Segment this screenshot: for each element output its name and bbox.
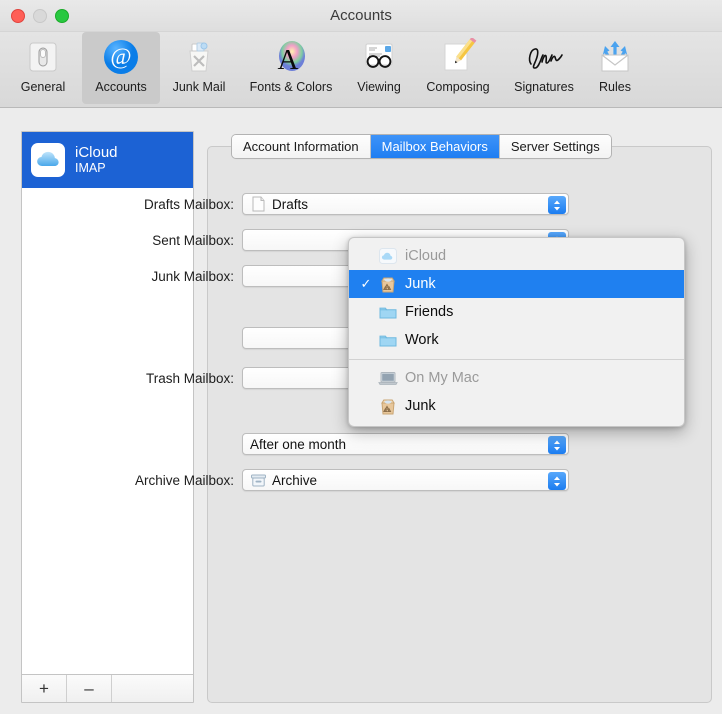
sent-mailbox-label: Sent Mailbox: [152,232,234,248]
icloud-cloud-icon [377,247,399,265]
row-erase-trash-frequency: After one month [60,433,569,455]
title-bar: Accounts [0,0,722,32]
toolbar-item-label: General [20,80,66,94]
erase-trash-stepper[interactable] [548,436,566,454]
viewing-glasses-icon [358,36,400,78]
svg-text:A: A [278,44,299,76]
settings-tabbar: Account Information Mailbox Behaviors Se… [232,135,611,158]
accounts-sidebar: iCloud IMAP + – [21,131,194,703]
menu-group-header-label: On My Mac [405,370,480,386]
toolbar-item-general[interactable]: General [4,32,82,104]
signature-icon [523,36,565,78]
accounts-at-sign-icon: @ [100,36,142,78]
toolbar-item-rules[interactable]: Rules [586,32,644,104]
menu-group-header-label: iCloud [405,248,447,264]
general-switch-icon [22,36,64,78]
trash-mailbox-label: Trash Mailbox: [145,370,234,386]
row-archive-mailbox: Archive Mailbox: Archive [60,469,569,491]
menu-item-icloud-junk[interactable]: ✓ Junk [349,270,684,298]
toolbar-item-junk-mail[interactable]: Junk Mail [160,32,238,104]
menu-group-header-on-my-mac: On My Mac [349,364,684,392]
junk-mailbox-label: Junk Mailbox: [151,268,234,284]
checkmark-icon: ✓ [360,276,372,291]
junk-bag-icon [377,275,399,293]
svg-text:@: @ [110,44,131,69]
account-name: iCloud [75,144,118,162]
toolbar-item-label: Composing [426,80,490,94]
window-title: Accounts [330,7,392,24]
tab-mailbox-behaviors[interactable]: Mailbox Behaviors [370,135,500,158]
tab-account-information[interactable]: Account Information [232,135,371,158]
preferences-toolbar: General @ Accounts Junk Mail A Fonts & C… [0,32,722,108]
menu-item-icloud-work[interactable]: Work [349,326,684,354]
menu-item-label: Friends [405,304,454,320]
rules-envelope-icon [594,36,636,78]
drafts-mailbox-stepper[interactable] [548,196,566,214]
junk-mailbox-dropdown-menu[interactable]: iCloud ✓ Junk Friends Work On My Mac Jun… [348,237,685,427]
sidebar-footer-spacer [112,675,193,702]
sidebar-account-icloud[interactable]: iCloud IMAP [22,132,193,188]
drafts-mailbox-label: Drafts Mailbox: [143,196,234,212]
junk-mail-trash-icon [178,36,220,78]
toolbar-item-fonts-colors[interactable]: A Fonts & Colors [238,32,344,104]
toolbar-item-label: Fonts & Colors [249,80,333,94]
toolbar-item-accounts[interactable]: @ Accounts [82,32,160,104]
laptop-icon [377,369,399,387]
archive-box-icon [250,472,267,488]
icloud-cloud-icon [31,143,65,177]
toolbar-item-viewing[interactable]: Viewing [344,32,414,104]
tab-server-settings[interactable]: Server Settings [499,135,611,158]
menu-group-header-icloud: iCloud [349,242,684,270]
archive-mailbox-label: Archive Mailbox: [134,472,234,488]
preferences-window: Accounts General @ Accounts Junk Mail A … [0,0,722,714]
erase-trash-value: After one month [250,436,347,452]
sidebar-footer: + – [22,674,193,702]
menu-separator [349,359,684,360]
menu-item-icloud-friends[interactable]: Friends [349,298,684,326]
menu-item-on-my-mac-junk[interactable]: Junk [349,392,684,420]
menu-item-label: Junk [405,276,436,292]
menu-item-label: Work [405,332,439,348]
drafts-page-icon [250,196,267,212]
row-drafts-mailbox: Drafts Mailbox: Drafts [60,193,569,215]
toolbar-item-label: Viewing [357,80,401,94]
toolbar-item-label: Accounts [95,80,147,94]
account-labels: iCloud IMAP [75,144,118,176]
blue-folder-icon [377,303,399,321]
toolbar-item-signatures[interactable]: Signatures [502,32,586,104]
remove-account-button[interactable]: – [67,675,112,702]
blue-folder-icon [377,331,399,349]
account-protocol: IMAP [75,161,106,176]
archive-mailbox-stepper[interactable] [548,472,566,490]
drafts-mailbox-popup[interactable]: Drafts [242,193,569,215]
archive-mailbox-popup[interactable]: Archive [242,469,569,491]
toolbar-item-label: Junk Mail [172,80,226,94]
add-account-button[interactable]: + [22,675,67,702]
toolbar-item-composing[interactable]: Composing [414,32,502,104]
fonts-colors-icon: A [270,36,312,78]
toolbar-item-label: Signatures [514,80,574,94]
menu-item-label: Junk [405,398,436,414]
archive-mailbox-value: Archive [272,472,318,488]
erase-trash-popup[interactable]: After one month [242,433,569,455]
junk-bag-icon [377,397,399,415]
drafts-mailbox-value: Drafts [272,196,309,212]
composing-pencil-icon [437,36,479,78]
toolbar-item-label: Rules [599,80,631,94]
